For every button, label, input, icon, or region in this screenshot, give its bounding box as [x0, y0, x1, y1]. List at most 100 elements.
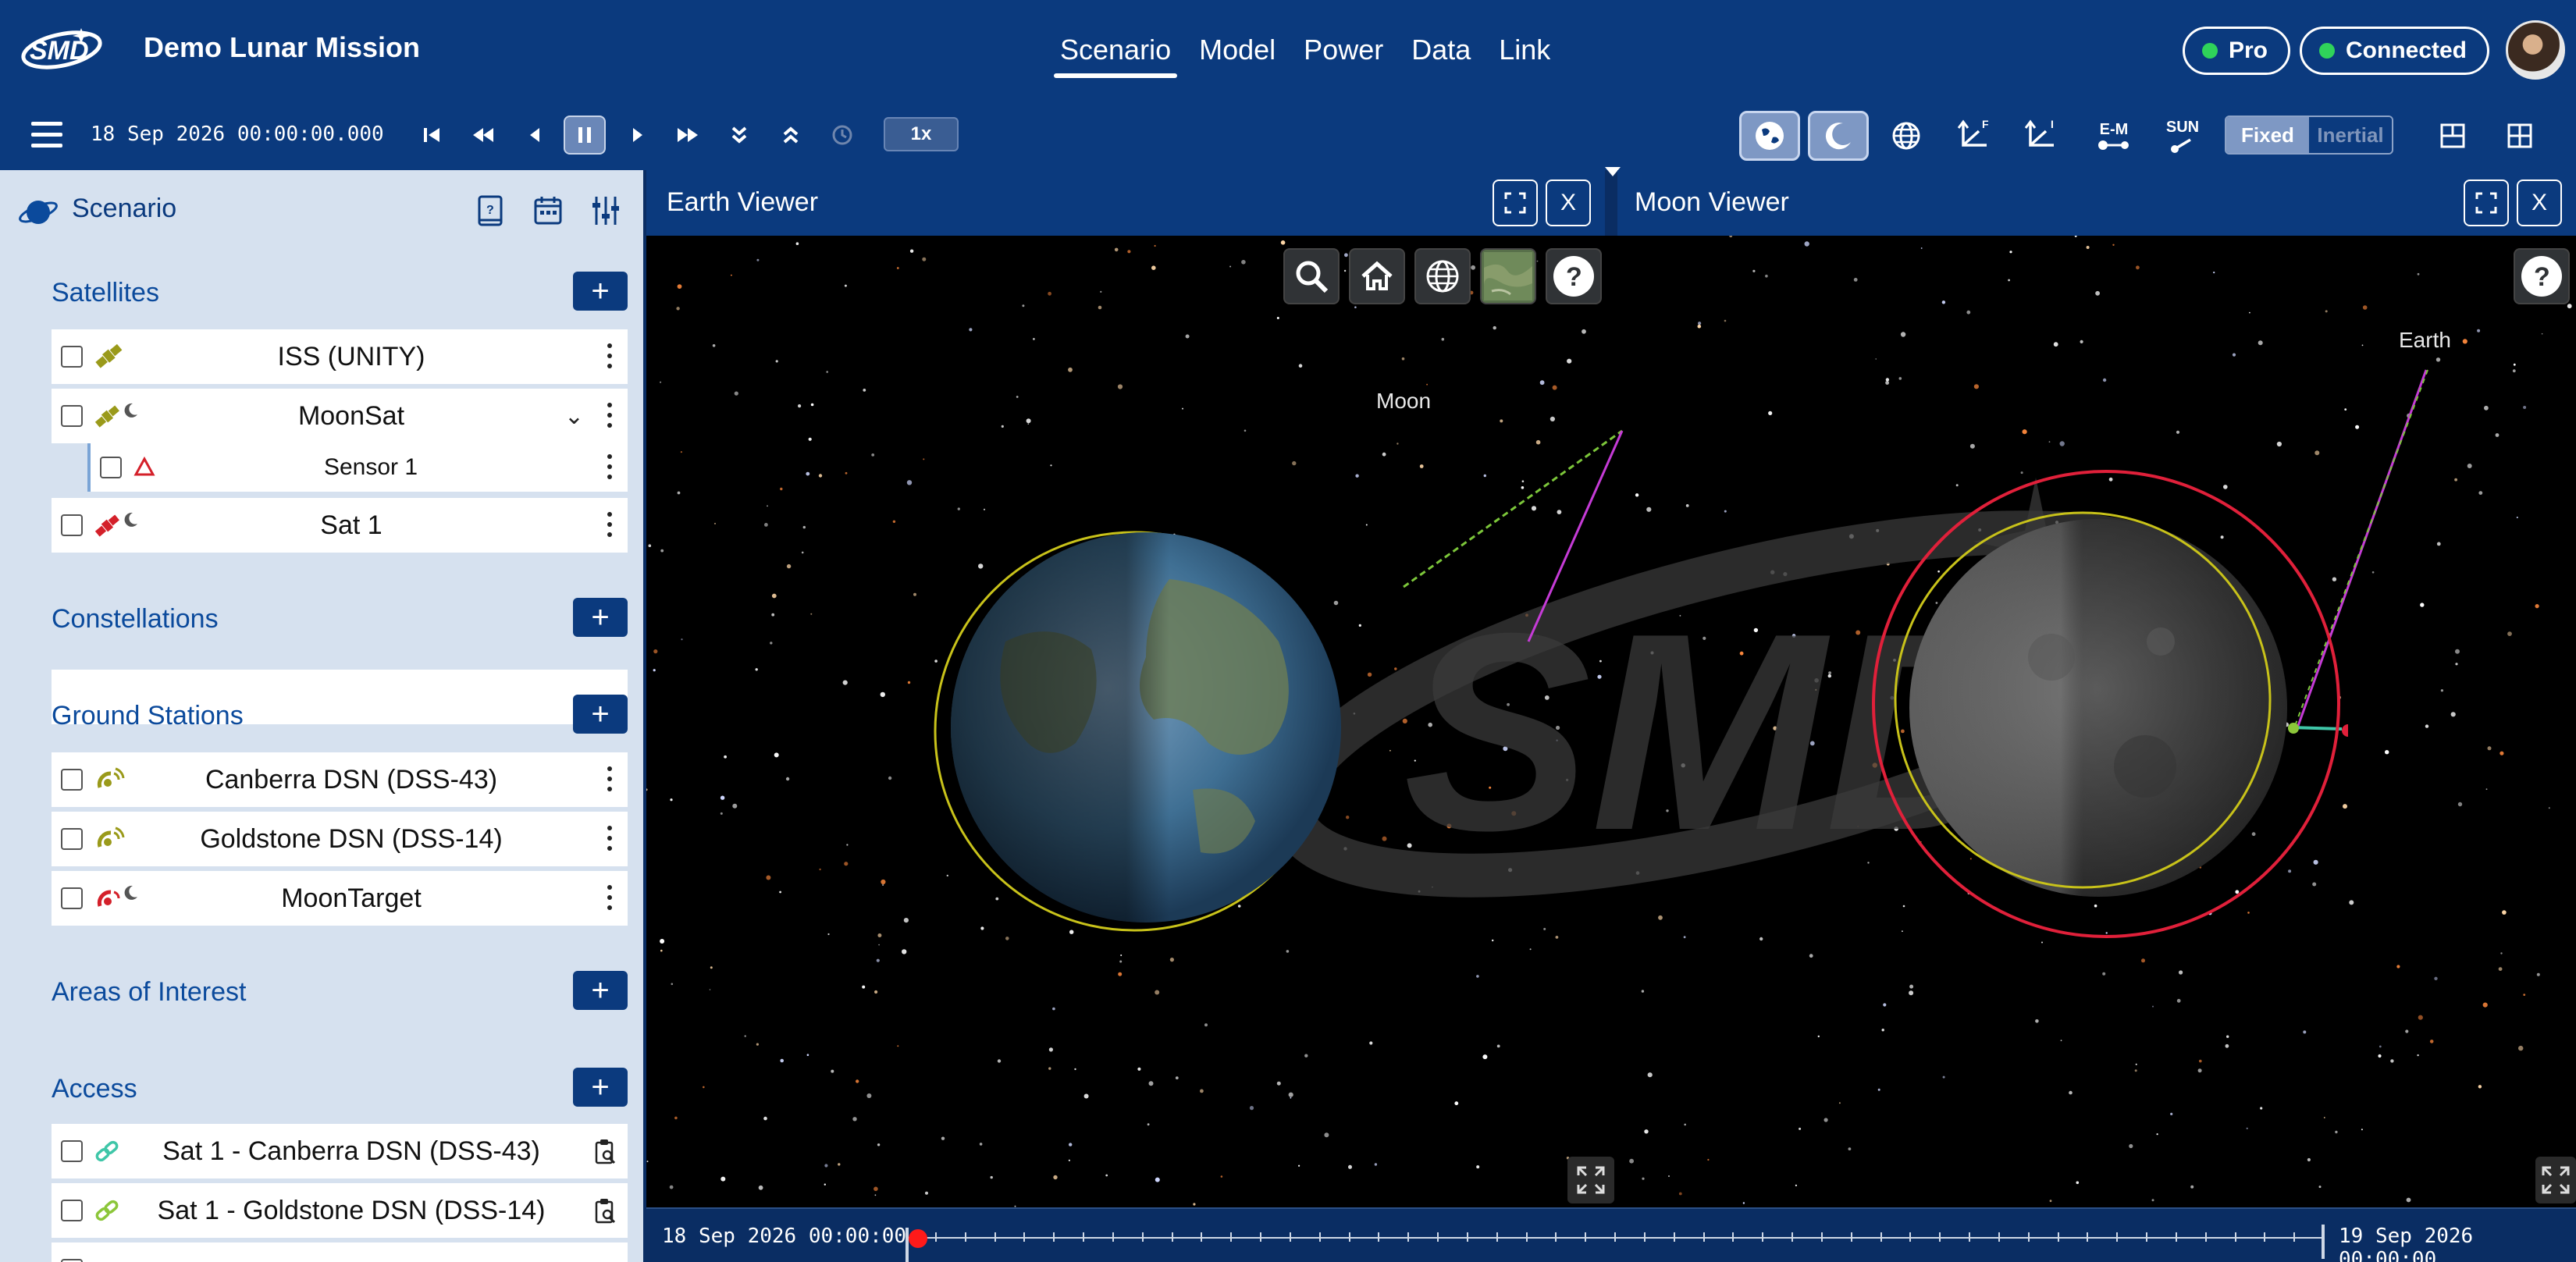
moon-fullscreen-button[interactable] [2535, 1157, 2576, 1203]
timeline-tick [1318, 1232, 1321, 1242]
fullscreen-icon [1577, 1166, 1605, 1194]
report-icon[interactable] [593, 1138, 617, 1164]
step-forward-icon[interactable] [617, 116, 659, 155]
skip-start-icon[interactable] [411, 116, 453, 155]
sliders-icon[interactable] [589, 194, 623, 228]
speed-selector[interactable]: 1x [884, 117, 959, 151]
globe-grid-icon[interactable] [1883, 114, 1930, 158]
moon-help-button[interactable]: ? [2514, 248, 2570, 304]
more-options-icon[interactable] [607, 403, 614, 429]
add-access-button[interactable]: + [573, 1068, 628, 1107]
row-checkbox[interactable] [61, 1200, 83, 1221]
add-area-button[interactable]: + [573, 971, 628, 1010]
help-book-icon[interactable]: ? [473, 194, 507, 228]
list-item[interactable]: MoonSat ⌄ [52, 389, 628, 443]
more-options-icon[interactable] [607, 454, 614, 481]
inertial-axes-icon[interactable]: I [2019, 114, 2065, 158]
tab-scenario[interactable]: Scenario [1046, 0, 1185, 100]
more-options-icon[interactable] [607, 885, 614, 912]
satellite-name: MoonSat [297, 400, 405, 431]
moon-view-toggle[interactable] [1808, 111, 1869, 161]
ground-antenna-moon-icon [94, 883, 141, 914]
add-ground-station-button[interactable]: + [573, 695, 628, 734]
section-title-areas-of-interest: Areas of Interest [52, 977, 247, 1007]
add-constellation-button[interactable]: + [573, 598, 628, 637]
main-tabs: Scenario Model Power Data Link [1046, 0, 1564, 100]
layout-single-icon[interactable] [2429, 114, 2476, 158]
chevrons-up-icon[interactable] [770, 116, 812, 155]
tab-model[interactable]: Model [1185, 0, 1290, 100]
clock-icon[interactable] [821, 116, 863, 155]
tab-link[interactable]: Link [1485, 0, 1564, 100]
row-checkbox[interactable] [61, 346, 83, 368]
list-item[interactable]: Sat 1 - Goldstone DSN (DSS-14) [52, 1183, 628, 1238]
frame-fixed-option[interactable]: Fixed [2226, 117, 2309, 153]
earth-moon-line-icon[interactable]: E-M [2090, 114, 2137, 158]
user-avatar[interactable] [2506, 20, 2565, 80]
layout-split-icon[interactable] [2496, 114, 2543, 158]
more-options-icon[interactable] [607, 512, 614, 539]
svg-text:F: F [1982, 118, 1989, 130]
earth-viewer-close-button[interactable]: X [1546, 180, 1591, 226]
step-back-icon[interactable] [514, 116, 556, 155]
timeline-tick [1053, 1232, 1055, 1242]
chevrons-down-icon[interactable] [718, 116, 760, 155]
help-button[interactable]: ? [1546, 248, 1602, 304]
satellite-name: ISS (UNITY) [277, 341, 425, 371]
list-item[interactable]: Goldstone DSN (DSS-14) [52, 812, 628, 866]
frame-inertial-option[interactable]: Inertial [2309, 117, 2392, 153]
list-item[interactable]: Sat 1 - Canberra DSN (DSS-43) [52, 1124, 628, 1178]
row-checkbox[interactable] [61, 769, 83, 791]
timeline[interactable]: 18 Sep 2026 00:00:00 19 Sep 2026 00:00:0… [646, 1207, 2576, 1262]
row-checkbox[interactable] [61, 828, 83, 850]
timeline-playhead[interactable] [909, 1229, 927, 1248]
add-satellite-button[interactable]: + [573, 272, 628, 311]
earth-viewer-maximize-button[interactable] [1493, 180, 1538, 226]
menu-icon[interactable] [31, 122, 62, 148]
search-button[interactable] [1283, 248, 1340, 304]
moon-globe[interactable] [1864, 470, 2348, 954]
scene-mode-button[interactable] [1414, 248, 1471, 304]
list-item[interactable]: Sensor 1 [91, 443, 628, 492]
home-button[interactable] [1349, 248, 1405, 304]
earth-fullscreen-button[interactable] [1567, 1157, 1614, 1203]
more-options-icon[interactable] [607, 766, 614, 793]
imagery-layer-button[interactable] [1480, 248, 1536, 304]
smd-logo-icon[interactable]: SMD [19, 23, 105, 73]
fixed-axes-icon[interactable]: F [1952, 114, 1998, 158]
more-options-icon[interactable] [607, 826, 614, 852]
row-checkbox[interactable] [61, 405, 83, 427]
tab-data[interactable]: Data [1397, 0, 1485, 100]
connection-badge-label: Connected [2346, 37, 2467, 63]
list-item[interactable]: ISS (UNITY) [52, 329, 628, 384]
tab-power[interactable]: Power [1290, 0, 1397, 100]
sun-label: SUN [2165, 118, 2200, 136]
earth-view-toggle[interactable] [1739, 111, 1800, 161]
sun-vector-icon[interactable]: SUN [2159, 114, 2206, 158]
report-icon[interactable] [593, 1197, 617, 1224]
sidebar-header: Scenario ? [0, 170, 643, 245]
list-item[interactable]: MoonTarget [52, 871, 628, 926]
pause-button[interactable] [564, 116, 606, 155]
list-item[interactable]: Canberra DSN (DSS-43) [52, 752, 628, 807]
list-item-partial[interactable] [52, 1242, 628, 1262]
connection-badge[interactable]: Connected [2300, 27, 2490, 75]
list-item[interactable]: Sat 1 [52, 498, 628, 553]
timeline-tick [1732, 1232, 1735, 1242]
chevron-down-icon[interactable]: ⌄ [564, 403, 584, 430]
plan-badge[interactable]: Pro [2183, 27, 2291, 75]
moon-viewer-close-button[interactable]: X [2517, 180, 2562, 226]
row-checkbox[interactable] [61, 1140, 83, 1162]
moon-viewer-maximize-button[interactable] [2464, 180, 2509, 226]
more-options-icon[interactable] [607, 343, 614, 370]
reference-frame-toggle[interactable]: Fixed Inertial [2225, 116, 2393, 155]
rewind-icon[interactable] [462, 116, 504, 155]
calendar-icon[interactable] [531, 194, 565, 228]
row-checkbox[interactable] [61, 887, 83, 909]
ground-antenna-icon [94, 823, 141, 855]
row-checkbox[interactable] [61, 514, 83, 536]
3d-space-viewport[interactable]: SMD Moon Earth ? ? [646, 236, 2576, 1207]
row-checkbox[interactable] [61, 1259, 83, 1262]
fast-forward-icon[interactable] [667, 116, 709, 155]
row-checkbox[interactable] [100, 457, 122, 478]
